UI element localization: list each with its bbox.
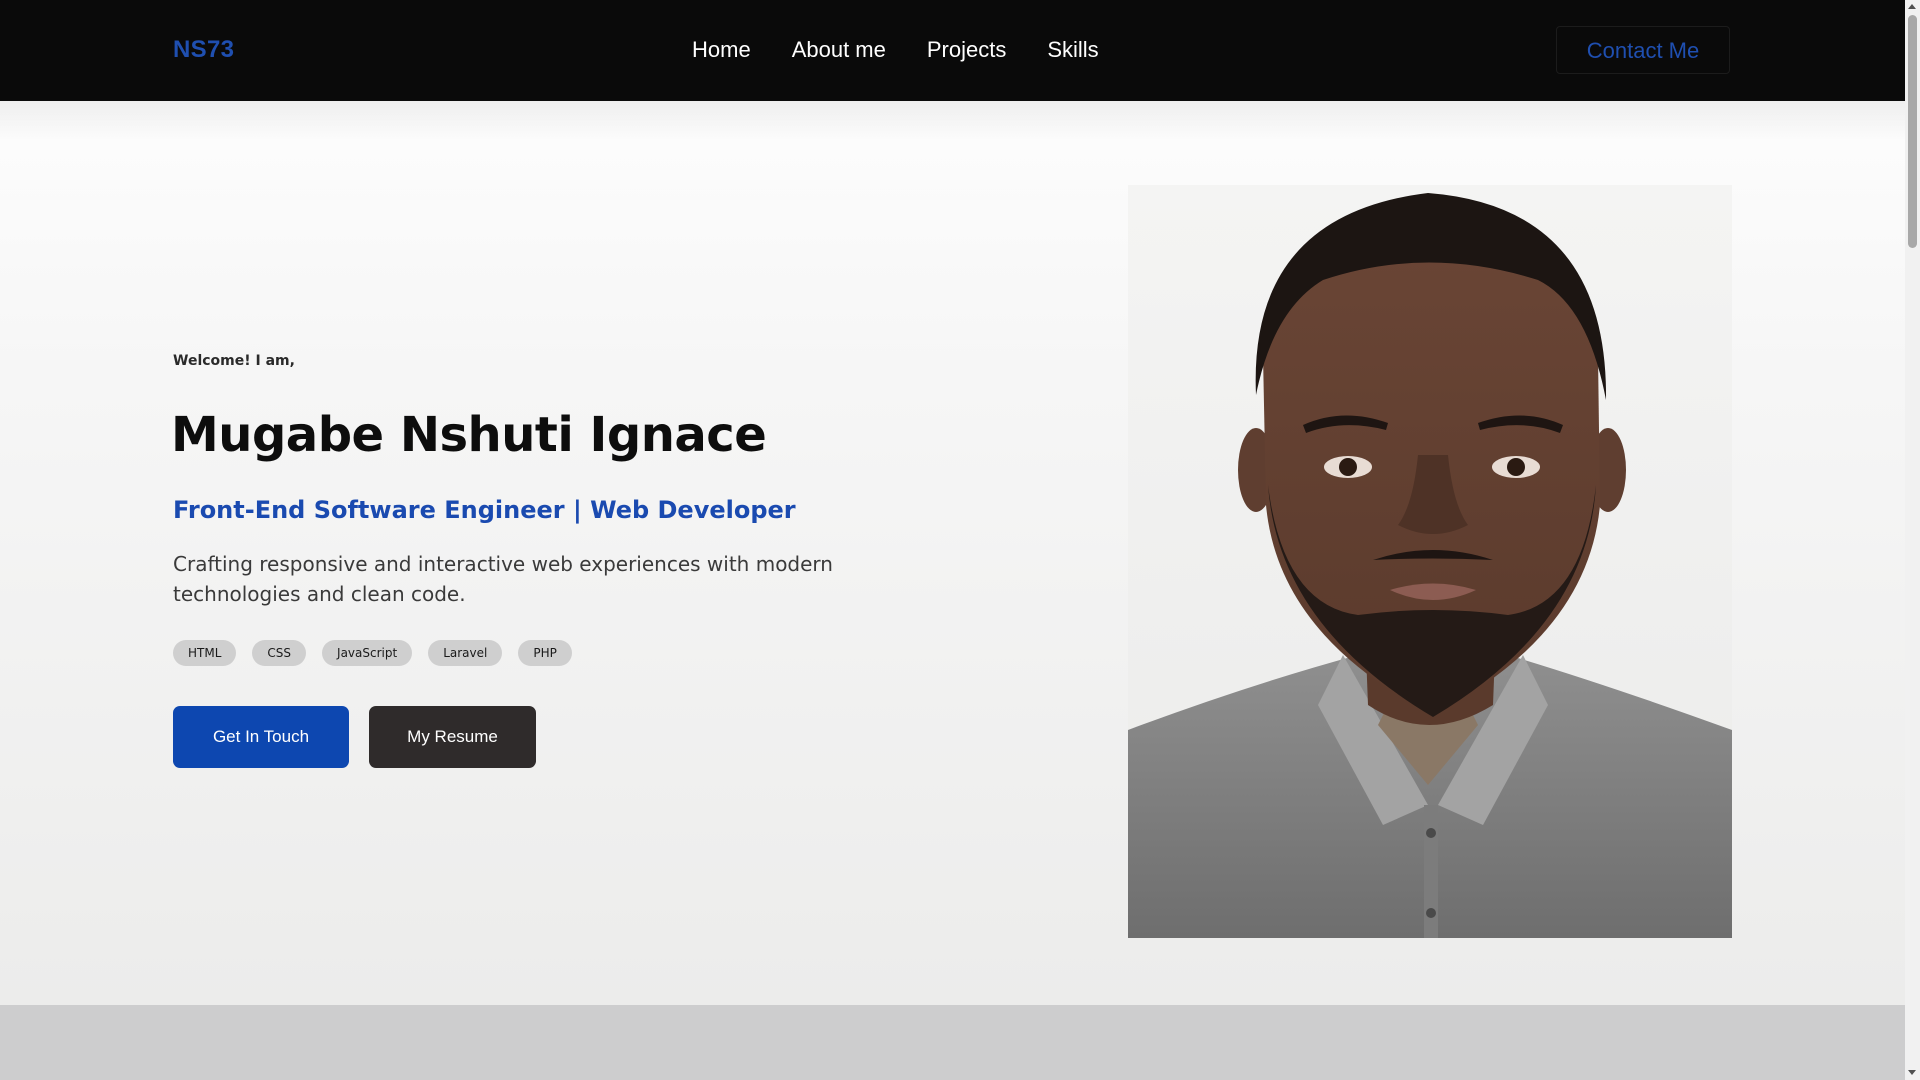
- nav-link-projects[interactable]: Projects: [927, 36, 1006, 63]
- scroll-up-arrow-icon[interactable]: [1908, 4, 1916, 9]
- welcome-text: Welcome! I am,: [173, 353, 295, 369]
- next-section-band: [0, 1005, 1905, 1080]
- profile-photo: [1128, 185, 1732, 938]
- hero-name: Mugabe Nshuti Ignace: [171, 407, 767, 463]
- nav-link-about[interactable]: About me: [792, 36, 886, 63]
- contact-me-button[interactable]: Contact Me: [1556, 26, 1730, 74]
- navbar: NS73 Home About me Projects Skills Conta…: [0, 0, 1905, 101]
- navbar-shadow: [0, 101, 1905, 141]
- hero-description: Crafting responsive and interactive web …: [173, 552, 833, 606]
- nav-link-home[interactable]: Home: [692, 36, 751, 63]
- my-resume-button[interactable]: My Resume: [369, 706, 536, 768]
- nav-link-skills[interactable]: Skills: [1047, 36, 1098, 63]
- skill-tag-php: PHP: [518, 640, 572, 666]
- hero-role: Front-End Software Engineer | Web Develo…: [173, 496, 796, 524]
- scrollbar-thumb[interactable]: [1908, 15, 1917, 248]
- skill-tags: HTML CSS JavaScript Laravel PHP: [173, 640, 588, 666]
- page-viewport: NS73 Home About me Projects Skills Conta…: [0, 0, 1905, 1080]
- get-in-touch-button[interactable]: Get In Touch: [173, 706, 349, 768]
- profile-photo-illustration: [1128, 193, 1732, 938]
- brand-logo[interactable]: NS73: [173, 36, 234, 64]
- skill-tag-css: CSS: [252, 640, 307, 666]
- scroll-down-arrow-icon[interactable]: [1908, 1070, 1916, 1075]
- skill-tag-laravel: Laravel: [428, 640, 503, 666]
- skill-tag-html: HTML: [173, 640, 237, 666]
- page-scrollbar[interactable]: [1905, 0, 1920, 1080]
- skill-tag-javascript: JavaScript: [322, 640, 413, 666]
- nav-links: Home About me Projects Skills: [692, 36, 1140, 63]
